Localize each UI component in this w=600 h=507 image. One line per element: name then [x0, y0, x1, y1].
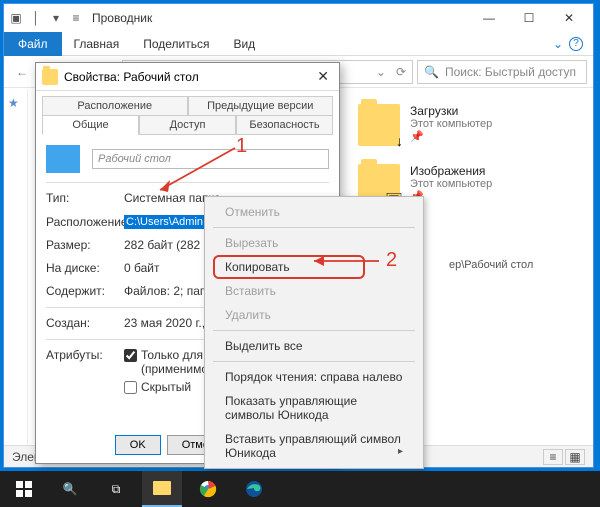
- name-field[interactable]: Рабочий стол: [92, 149, 329, 169]
- search-task-button[interactable]: 🔍: [50, 471, 90, 507]
- ribbon-expand-icon[interactable]: ⌄: [553, 37, 563, 51]
- item-name: Изображения: [410, 164, 492, 178]
- menu-copy[interactable]: Копировать: [207, 255, 421, 279]
- chrome-task-button[interactable]: [188, 471, 228, 507]
- tab-view[interactable]: Вид: [221, 33, 267, 55]
- close-icon[interactable]: ✕: [313, 68, 333, 85]
- context-menu: Отменить Вырезать Копировать Вставить Уд…: [204, 196, 424, 469]
- help-icon[interactable]: ?: [569, 37, 583, 51]
- qat-dropdown-icon[interactable]: ▾: [48, 10, 64, 26]
- taskbar: 🔍 ⧉: [0, 471, 600, 507]
- ok-button[interactable]: OK: [115, 435, 161, 455]
- search-icon: 🔍: [424, 65, 439, 79]
- location-selected[interactable]: C:\Users\Admin: [124, 215, 205, 229]
- maximize-button[interactable]: ☐: [509, 4, 549, 32]
- folder-icon: ↓: [358, 104, 400, 146]
- path-snippet: ер\Рабочий стол: [449, 259, 533, 271]
- tab-home[interactable]: Главная: [62, 33, 132, 55]
- folder-icon: ▣: [8, 10, 24, 26]
- tab-general[interactable]: Общие: [42, 115, 139, 135]
- folder-large-icon: [46, 145, 80, 173]
- menu-paste[interactable]: Вставить: [207, 279, 421, 303]
- taskview-button[interactable]: ⧉: [96, 471, 136, 507]
- pin-icon: 📌: [410, 130, 492, 143]
- back-button[interactable]: ←: [10, 60, 34, 84]
- refresh-icon[interactable]: ⟳: [396, 65, 406, 79]
- item-name: Загрузки: [410, 104, 492, 118]
- tab-location[interactable]: Расположение: [42, 96, 188, 115]
- close-button[interactable]: ✕: [549, 4, 589, 32]
- edge-task-button[interactable]: [234, 471, 274, 507]
- view-details-button[interactable]: ≡: [543, 449, 563, 465]
- nav-pane[interactable]: ★: [4, 90, 28, 445]
- explorer-task-button[interactable]: [142, 471, 182, 507]
- tab-share[interactable]: Поделиться: [131, 33, 221, 55]
- qat-item-icon[interactable]: ≡: [68, 10, 84, 26]
- folder-icon: [42, 69, 58, 85]
- search-placeholder: Поиск: Быстрый доступ: [445, 65, 576, 79]
- dialog-title: Свойства: Рабочий стол: [64, 70, 199, 84]
- dialog-titlebar[interactable]: Свойства: Рабочий стол ✕: [36, 63, 339, 91]
- search-box[interactable]: 🔍 Поиск: Быстрый доступ: [417, 60, 587, 84]
- menu-insert-unicode[interactable]: Вставить управляющий символ Юникода: [207, 427, 421, 465]
- tab-security[interactable]: Безопасность: [236, 115, 333, 135]
- qat-sep: │: [28, 10, 44, 26]
- list-item[interactable]: ↓ Загрузки Этот компьютер 📌: [358, 104, 583, 146]
- tab-previous-versions[interactable]: Предыдущие версии: [188, 96, 334, 115]
- item-sub: Этот компьютер: [410, 178, 492, 190]
- item-sub: Этот компьютер: [410, 118, 492, 130]
- tab-sharing[interactable]: Доступ: [139, 115, 236, 135]
- menu-cut[interactable]: Вырезать: [207, 231, 421, 255]
- view-large-button[interactable]: ▦: [565, 449, 585, 465]
- menu-delete[interactable]: Удалить: [207, 303, 421, 327]
- quick-star-icon: ★: [8, 96, 19, 110]
- explorer-titlebar: ▣ │ ▾ ≡ Проводник ― ☐ ✕: [4, 4, 593, 32]
- menu-select-all[interactable]: Выделить все: [207, 334, 421, 358]
- tab-file[interactable]: Файл: [4, 32, 62, 56]
- menu-rtl[interactable]: Порядок чтения: справа налево: [207, 365, 421, 389]
- menu-show-unicode[interactable]: Показать управляющие символы Юникода: [207, 389, 421, 427]
- menu-undo[interactable]: Отменить: [207, 200, 421, 224]
- window-title: Проводник: [92, 11, 152, 25]
- minimize-button[interactable]: ―: [469, 4, 509, 32]
- start-button[interactable]: [4, 471, 44, 507]
- ribbon-tabs: Файл Главная Поделиться Вид ⌄ ?: [4, 32, 593, 56]
